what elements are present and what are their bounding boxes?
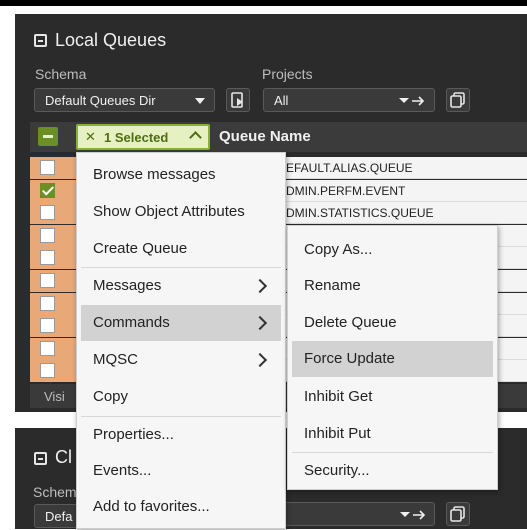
menu-item-create-queue[interactable]: Create Queue xyxy=(81,231,281,267)
menu-item-label: Force Update xyxy=(304,350,395,367)
menu-item-messages[interactable]: Messages xyxy=(81,268,281,304)
close-icon[interactable]: ✕ xyxy=(85,129,96,145)
queue-name-cell: DMIN.PERFM.EVENT xyxy=(286,183,406,198)
queue-name-cell: EFAULT.ALIAS.QUEUE xyxy=(286,161,413,175)
schema-value: Default Queues Dir xyxy=(45,93,156,108)
menu-item-add-to-favorites[interactable]: Add to favorites... xyxy=(81,489,281,525)
menu-item-label: Add to favorites... xyxy=(93,498,210,515)
row-checkbox[interactable] xyxy=(40,363,55,379)
menu-item-browse-messages[interactable]: Browse messages xyxy=(81,157,281,193)
row-select-cell xyxy=(30,292,77,315)
row-select-cell xyxy=(30,270,77,292)
menu-item-label: Browse messages xyxy=(93,166,216,183)
schema-select[interactable]: Default Queues Dir xyxy=(34,88,215,112)
row-checkbox[interactable] xyxy=(40,318,55,334)
row-checkbox[interactable] xyxy=(40,295,55,311)
menu-item-force-update[interactable]: Force Update xyxy=(292,341,493,377)
dropdown-arrow-icon xyxy=(400,510,426,520)
menu-item-label: Security... xyxy=(304,462,370,479)
menu-item-rename[interactable]: Rename xyxy=(292,268,493,304)
row-select-cell xyxy=(30,202,77,225)
menu-item-label: Inhibit Put xyxy=(304,425,371,442)
chevron-right-icon xyxy=(252,315,268,331)
select-all-checkbox[interactable] xyxy=(38,127,58,146)
menu-item-mqsc[interactable]: MQSC xyxy=(81,342,281,378)
edit-schema-button[interactable] xyxy=(226,88,250,112)
menu-item-inhibit-get[interactable]: Inhibit Get xyxy=(292,379,493,415)
row-checkbox[interactable] xyxy=(40,205,55,221)
menu-item-label: MQSC xyxy=(93,351,138,368)
projects-value: All xyxy=(274,93,289,108)
row-checkbox[interactable] xyxy=(40,160,55,175)
menu-item-commands[interactable]: Commands xyxy=(81,305,281,341)
row-select-cell xyxy=(30,360,77,383)
chevron-down-icon xyxy=(195,98,205,104)
menu-item-label: Commands xyxy=(93,314,170,331)
queue-name-header[interactable]: Queue Name xyxy=(219,128,311,145)
collapse-icon[interactable] xyxy=(34,34,47,47)
menu-item-security[interactable]: Security... xyxy=(292,453,493,489)
menu-item-delete-queue[interactable]: Delete Queue xyxy=(292,305,493,341)
menu-item-label: Copy As... xyxy=(304,241,373,258)
projects-select[interactable]: All xyxy=(263,88,435,112)
collapse-icon[interactable] xyxy=(34,452,47,465)
copy-icon xyxy=(450,92,465,108)
menu-item-label: Copy xyxy=(93,388,129,405)
panel-title: Local Queues xyxy=(55,30,167,50)
row-select-cell xyxy=(30,247,77,270)
row-checkbox[interactable] xyxy=(40,273,55,288)
row-checkbox[interactable] xyxy=(40,182,55,198)
edit-document-icon xyxy=(231,92,243,108)
menu-item-events[interactable]: Events... xyxy=(81,453,281,489)
menu-item-copy-as[interactable]: Copy As... xyxy=(292,232,493,268)
projects-select[interactable] xyxy=(280,502,435,526)
chevron-right-icon xyxy=(252,352,268,368)
dropdown-arrow-icon xyxy=(399,96,425,106)
selected-count: 1 Selected xyxy=(104,130,169,145)
schema-label: Schema xyxy=(35,66,87,82)
projects-label: Projects xyxy=(262,66,313,82)
row-select-cell xyxy=(30,315,77,338)
menu-item-label: Inhibit Get xyxy=(304,388,373,405)
menu-item-label: Messages xyxy=(93,277,162,294)
context-menu: Browse messages Show Object Attributes C… xyxy=(76,152,286,529)
copy-icon xyxy=(450,506,465,522)
chevron-up-icon[interactable] xyxy=(189,131,202,144)
menu-item-properties[interactable]: Properties... xyxy=(81,417,281,453)
menu-item-label: Events... xyxy=(93,462,152,479)
selected-filter-pill[interactable]: ✕ 1 Selected xyxy=(76,124,210,150)
footer-text: Visi xyxy=(44,389,65,404)
copy-button[interactable] xyxy=(446,502,470,526)
schema-label: Schem xyxy=(33,484,77,500)
copy-button[interactable] xyxy=(446,88,470,112)
row-checkbox[interactable] xyxy=(40,227,55,243)
menu-item-label: Properties... xyxy=(93,426,174,443)
menu-item-label: Rename xyxy=(304,277,361,294)
menu-item-copy[interactable]: Copy xyxy=(81,379,281,415)
row-select-cell xyxy=(30,157,77,179)
row-checkbox[interactable] xyxy=(40,250,55,266)
menu-item-label: Create Queue xyxy=(93,240,188,257)
schema-value: Defa xyxy=(45,509,73,524)
menu-item-show-object-attributes[interactable]: Show Object Attributes xyxy=(81,194,281,230)
row-select-cell xyxy=(30,179,77,202)
menu-item-label: Show Object Attributes xyxy=(93,203,245,220)
row-checkbox[interactable] xyxy=(40,340,55,356)
menu-item-inhibit-put[interactable]: Inhibit Put xyxy=(292,416,493,452)
panel-title: Cl xyxy=(55,447,72,467)
queue-name-cell: DMIN.STATISTICS.QUEUE xyxy=(286,206,434,221)
chevron-right-icon xyxy=(252,278,268,294)
menu-item-label: Delete Queue xyxy=(304,314,397,331)
window-top-border xyxy=(0,0,527,6)
commands-submenu: Copy As... Rename Delete Queue Force Upd… xyxy=(287,225,498,490)
row-select-cell xyxy=(30,224,77,247)
row-select-cell xyxy=(30,337,77,360)
